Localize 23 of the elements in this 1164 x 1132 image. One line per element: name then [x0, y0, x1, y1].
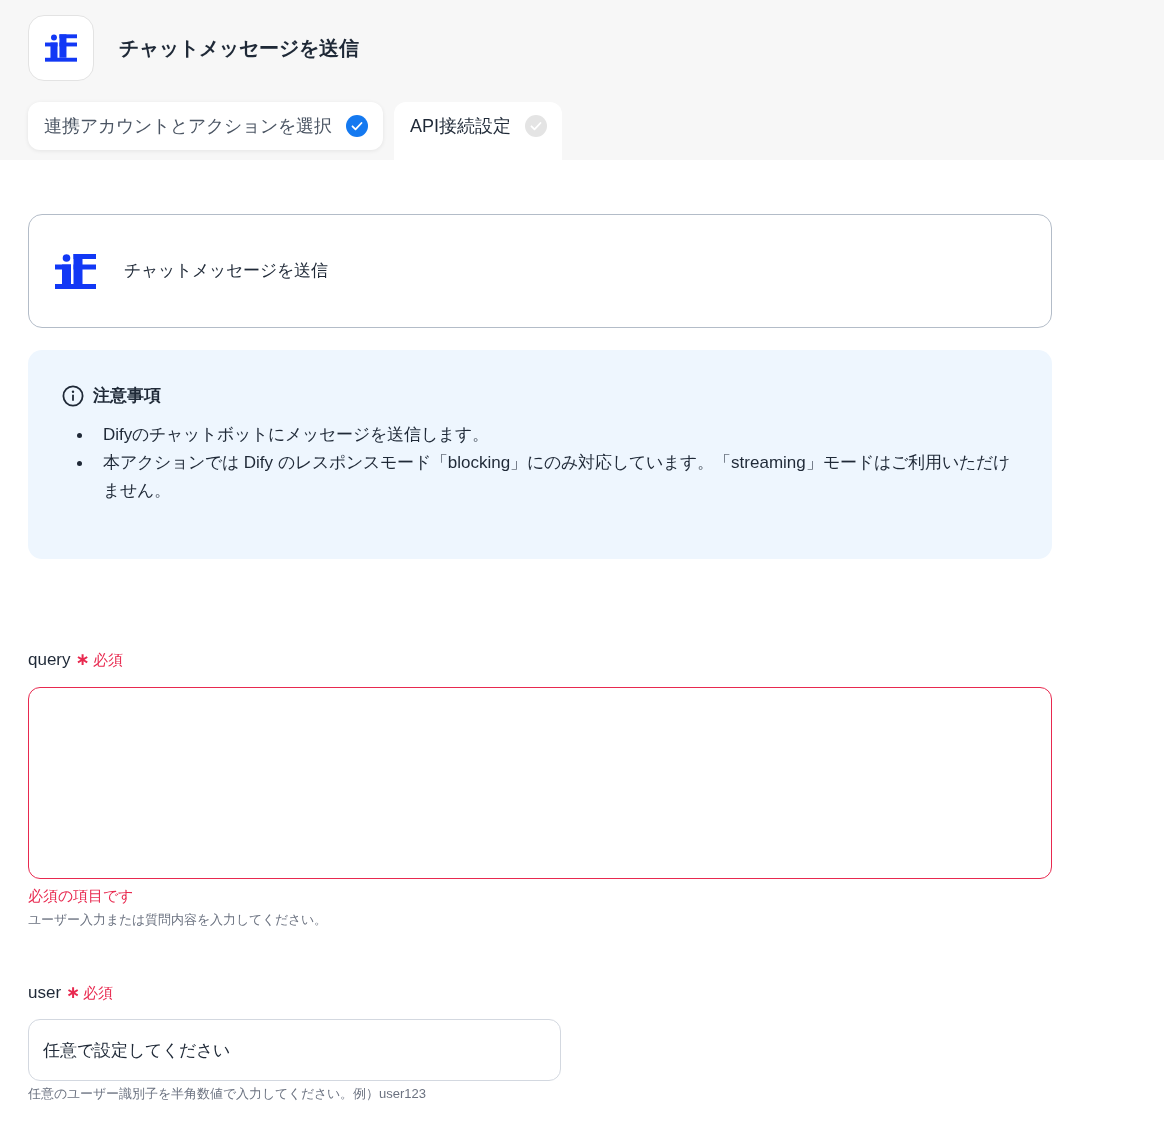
logo-icon — [55, 253, 96, 289]
tab[interactable]: 連携アカウントとアクションを選択 — [28, 102, 383, 150]
field-label: query — [28, 649, 71, 672]
query-field[interactable] — [28, 687, 1052, 879]
help-text: ユーザー入力または質問内容を入力してください。 — [28, 911, 328, 929]
bullet-icon — [77, 461, 82, 466]
logo-icon — [45, 34, 77, 62]
page-title: チャットメッセージを送信 — [119, 36, 359, 61]
error-message: 必須の項目です — [28, 886, 134, 906]
info-icon — [62, 385, 84, 407]
field-label: user — [28, 982, 62, 1005]
notice-title: 注意事項 — [93, 385, 161, 408]
notice-text: Difyのチャットボットにメッセージを送信します。 — [103, 424, 491, 446]
required-label: 必須 — [83, 982, 114, 1003]
required-label: 必須 — [92, 649, 123, 670]
required-mark: ∗ — [66, 981, 81, 1005]
bullet-icon — [77, 433, 82, 438]
action-title: チャットメッセージを送信 — [124, 260, 328, 283]
notice-text: 本アクションでは Dify のレスポンスモード「blocking」にのみ対応しています。「streaming」モードはご利用いただけません。 — [103, 452, 1011, 502]
user-field[interactable]: 任意で設定してください — [28, 1019, 561, 1081]
tab[interactable]: API接続設定 — [394, 102, 562, 160]
help-text: 任意のユーザー識別子を半角数値で入力してください。例）user123 — [28, 1085, 427, 1103]
required-mark: ∗ — [75, 648, 90, 672]
